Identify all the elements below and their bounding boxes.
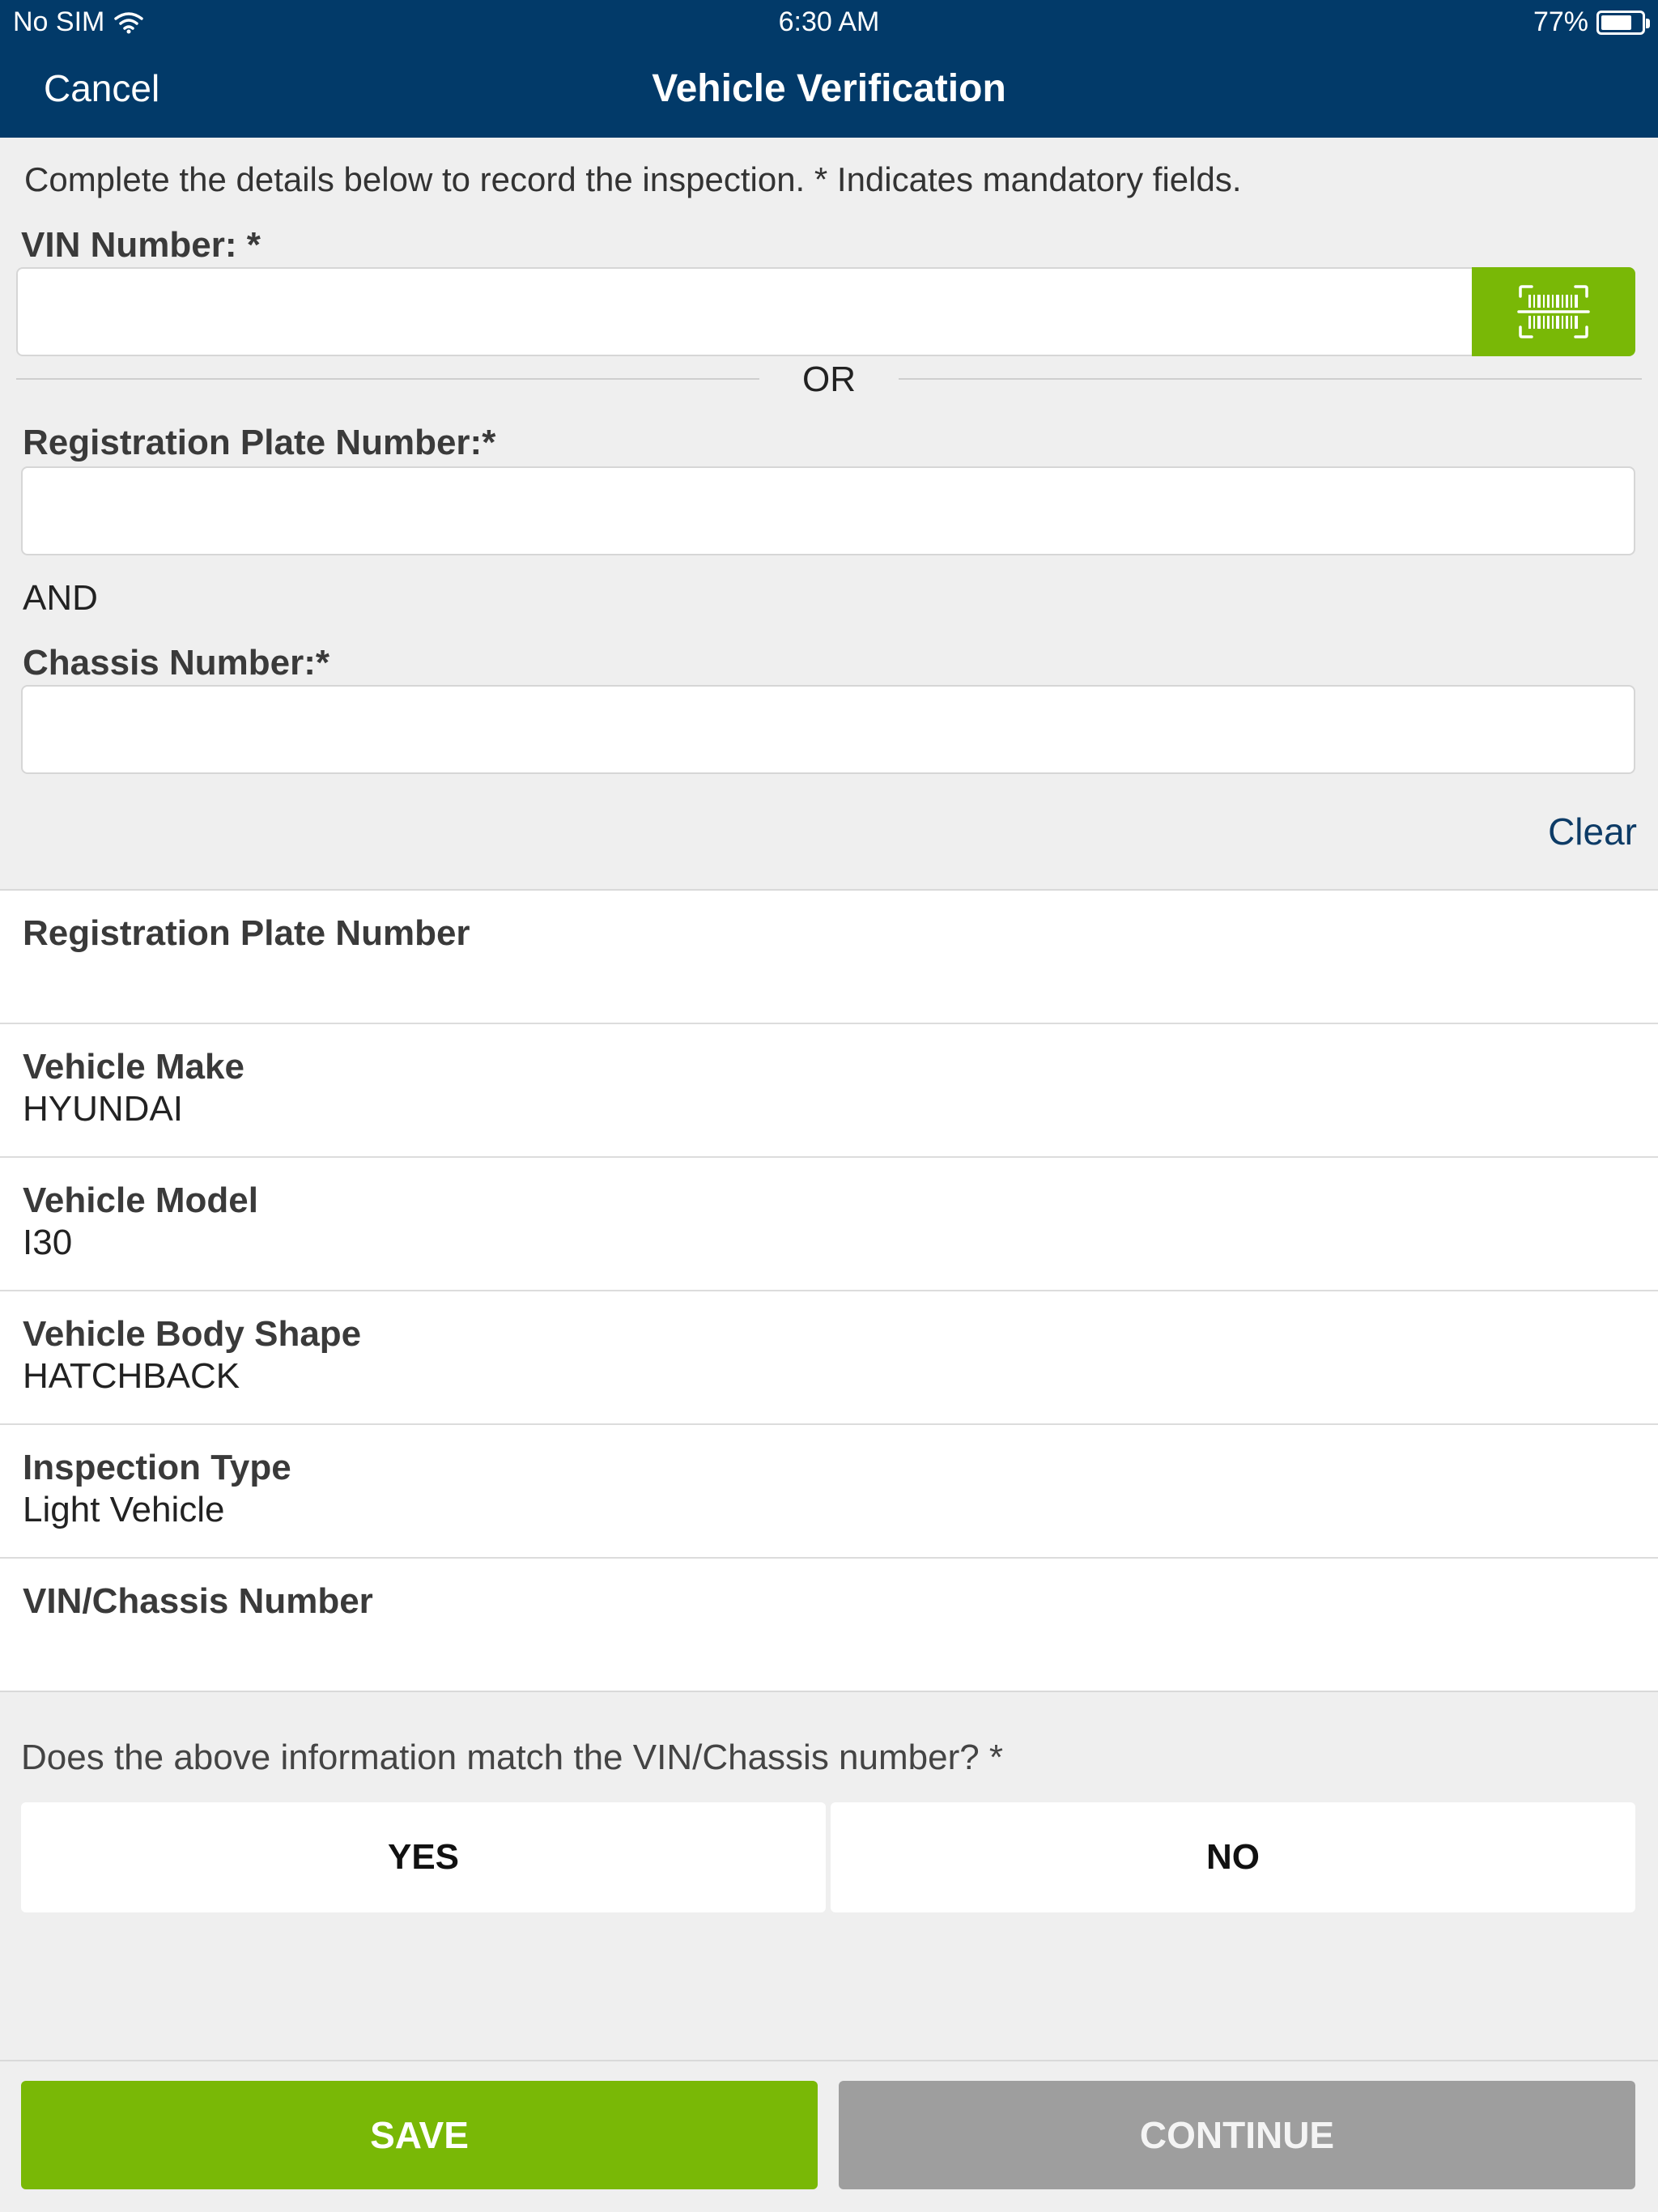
battery-group: 77% (1533, 6, 1650, 38)
vin-label: VIN Number: * (21, 225, 261, 265)
info-row-inspection-type: Inspection Type Light Vehicle (0, 1425, 1658, 1559)
vin-input[interactable] (16, 267, 1473, 356)
match-question: Does the above information match the VIN… (21, 1738, 1004, 1777)
cancel-button[interactable]: Cancel (44, 66, 159, 110)
or-label: OR (802, 359, 856, 399)
clear-button[interactable]: Clear (1548, 810, 1637, 853)
and-label: AND (23, 578, 98, 618)
or-divider-right (899, 378, 1642, 380)
info-value: Light Vehicle (23, 1490, 225, 1529)
top-bar: No SIM 6:30 AM 77% Cancel Vehicle Verifi… (0, 0, 1658, 138)
info-value: HYUNDAI (23, 1089, 184, 1129)
status-bar: No SIM 6:30 AM 77% (0, 0, 1658, 47)
info-label: Vehicle Body Shape (23, 1314, 362, 1354)
info-label: Vehicle Make (23, 1047, 244, 1087)
save-button[interactable]: SAVE (21, 2081, 818, 2189)
clock: 6:30 AM (778, 6, 880, 37)
info-row-rego: Registration Plate Number (0, 891, 1658, 1024)
intro-text: Complete the details below to record the… (24, 160, 1242, 198)
info-label: Registration Plate Number (23, 913, 470, 953)
info-row-body-shape: Vehicle Body Shape HATCHBACK (0, 1291, 1658, 1425)
info-label: Inspection Type (23, 1448, 291, 1487)
page-title: Vehicle Verification (652, 67, 1006, 110)
battery-icon (1596, 10, 1650, 35)
rego-label: Registration Plate Number:* (23, 423, 496, 462)
info-row-model: Vehicle Model I30 (0, 1158, 1658, 1291)
chassis-label: Chassis Number:* (23, 643, 330, 683)
barcode-scan-icon (1517, 285, 1590, 338)
info-row-vin-chassis: VIN/Chassis Number (0, 1559, 1658, 1692)
continue-button[interactable]: CONTINUE (839, 2081, 1635, 2189)
info-label: Vehicle Model (23, 1180, 258, 1220)
no-button[interactable]: NO (831, 1802, 1635, 1912)
rego-input[interactable] (21, 466, 1635, 555)
scan-barcode-button[interactable] (1472, 267, 1635, 356)
battery-percent: 77% (1533, 6, 1588, 37)
info-value: I30 (23, 1223, 73, 1262)
info-row-make: Vehicle Make HYUNDAI (0, 1024, 1658, 1158)
info-label: VIN/Chassis Number (23, 1581, 373, 1621)
yes-button[interactable]: YES (21, 1802, 826, 1912)
info-value: HATCHBACK (23, 1356, 240, 1396)
chassis-input[interactable] (21, 685, 1635, 774)
bottom-divider (0, 2060, 1658, 2061)
vehicle-info-list: Registration Plate Number Vehicle Make H… (0, 889, 1658, 1692)
